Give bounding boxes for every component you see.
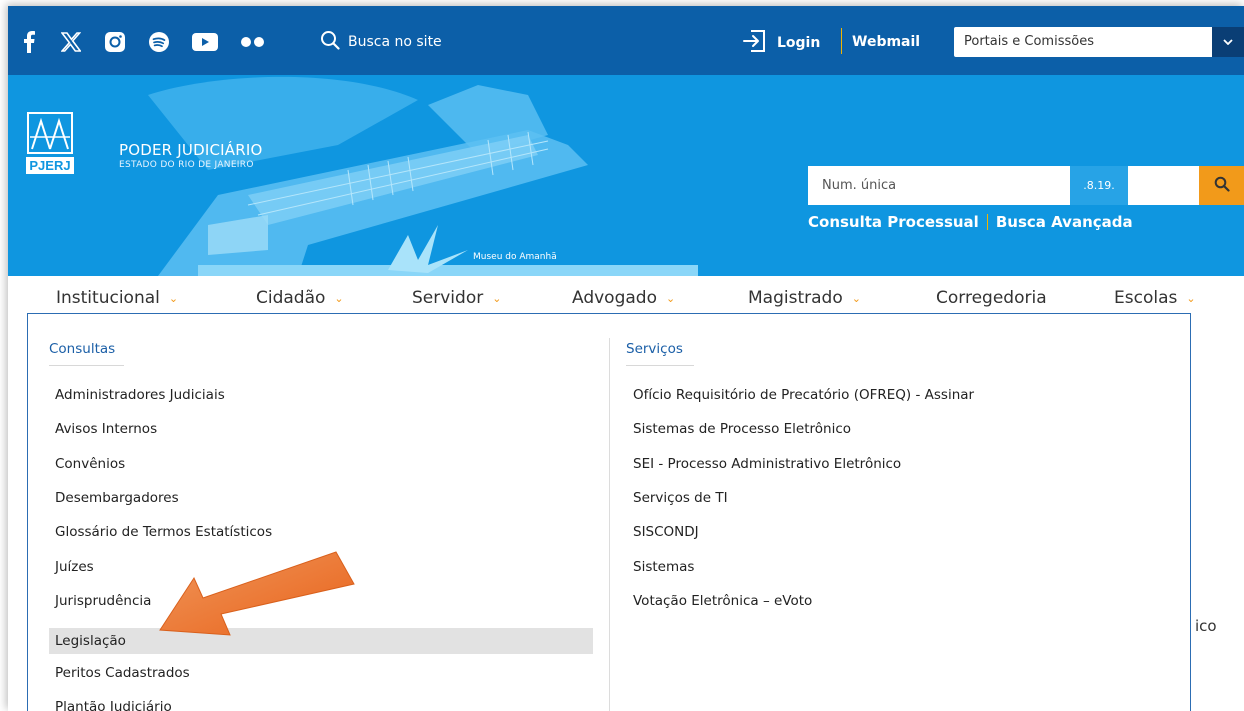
nav-institucional[interactable]: Institucional ⌄ (56, 288, 178, 308)
x-icon[interactable] (60, 31, 82, 53)
top-bar: Busca no site Login Webmail Portais e Co… (8, 6, 1244, 75)
column-divider (609, 338, 610, 711)
instagram-icon[interactable] (104, 31, 126, 53)
chevron-down-icon: ⌄ (1186, 291, 1196, 305)
menu-link-evoto[interactable]: Votação Eletrônica – eVoto (633, 593, 812, 609)
background-text-fragment: ico (1195, 617, 1217, 635)
login-link[interactable]: Login (743, 30, 820, 56)
menu-link-sistemas-processo-eletronico[interactable]: Sistemas de Processo Eletrônico (633, 421, 851, 437)
menu-link-convenios[interactable]: Convênios (55, 456, 125, 472)
facebook-icon[interactable] (22, 31, 36, 53)
nav-cidadao[interactable]: Cidadão ⌄ (256, 288, 344, 308)
browser-page: Busca no site Login Webmail Portais e Co… (8, 6, 1244, 711)
nav-label: Cidadão (256, 288, 326, 308)
nav-label: Servidor (412, 288, 484, 308)
links-divider (986, 214, 988, 230)
flickr-icon[interactable] (240, 31, 266, 53)
nav-corregedoria[interactable]: Corregedoria (936, 288, 1047, 308)
menu-link-peritos-cadastrados[interactable]: Peritos Cadastrados (55, 665, 190, 681)
nav-escolas[interactable]: Escolas ⌄ (1114, 288, 1196, 308)
process-links: Consulta Processual Busca Avançada (808, 213, 1133, 231)
org-title: PODER JUDICIÁRIO (119, 141, 263, 159)
main-nav: Institucional ⌄ Cidadão ⌄ Servidor ⌄ Advoga… (8, 276, 1244, 316)
site-search-label: Busca no site (348, 34, 442, 50)
menu-link-glossario[interactable]: Glossário de Termos Estatísticos (55, 524, 272, 540)
chevron-down-icon: ⌄ (851, 291, 861, 305)
org-subtitle: ESTADO DO RIO DE JANEIRO (119, 160, 254, 170)
menu-link-sei[interactable]: SEI - Processo Administrativo Eletrônico (633, 456, 901, 472)
login-label: Login (777, 35, 821, 51)
nav-magistrado[interactable]: Magistrado ⌄ (748, 288, 861, 308)
spotify-icon[interactable] (148, 31, 170, 53)
nav-label: Corregedoria (936, 288, 1047, 308)
chevron-down-icon: ⌄ (665, 291, 676, 305)
logo-text: PJERJ (29, 158, 70, 173)
servicos-heading: Serviços (626, 341, 694, 366)
consulta-processual-link[interactable]: Consulta Processual (808, 213, 979, 231)
process-number-input[interactable]: Num. única (808, 166, 1070, 205)
youtube-icon[interactable] (192, 31, 218, 53)
menu-link-administradores-judiciais[interactable]: Administradores Judiciais (55, 387, 225, 403)
menu-link-desembargadores[interactable]: Desembargadores (55, 490, 179, 506)
menu-link-siscondj[interactable]: SISCONDJ (633, 524, 699, 540)
menu-link-servicos-ti[interactable]: Serviços de TI (633, 490, 728, 506)
busca-avancada-link[interactable]: Busca Avançada (996, 213, 1133, 231)
webmail-link[interactable]: Webmail (852, 34, 920, 50)
nav-label: Institucional (56, 288, 160, 308)
menu-link-legislacao[interactable]: Legislação (55, 628, 126, 654)
portais-select[interactable]: Portais e Comissões (954, 27, 1244, 57)
dropdown-menu: Consultas Administradores Judiciais Avis… (27, 313, 1191, 711)
menu-link-juizes[interactable]: Juízes (55, 559, 94, 575)
search-icon (320, 30, 340, 54)
nav-label: Advogado (572, 288, 657, 308)
chevron-down-icon: ⌄ (168, 291, 179, 305)
chevron-down-icon: ⌄ (492, 291, 502, 305)
process-code-label: .8.19. (1070, 166, 1128, 205)
nav-advogado[interactable]: Advogado ⌄ (572, 288, 675, 308)
process-search-button[interactable] (1199, 166, 1244, 205)
consultas-heading: Consultas (49, 341, 124, 366)
nav-label: Magistrado (748, 288, 843, 308)
login-icon (743, 30, 767, 56)
portais-select-value: Portais e Comissões (964, 34, 1094, 49)
process-year-input[interactable] (1128, 166, 1199, 205)
site-search-link[interactable]: Busca no site (320, 30, 442, 54)
chevron-down-icon[interactable] (1212, 27, 1244, 57)
topbar-divider (841, 28, 842, 54)
menu-link-sistemas[interactable]: Sistemas (633, 559, 694, 575)
menu-link-plantao-judiciario[interactable]: Plantão Judiciário (55, 699, 172, 711)
nav-label: Escolas (1114, 288, 1178, 308)
pjerj-logo[interactable]: PJERJ (26, 111, 74, 177)
menu-link-avisos-internos[interactable]: Avisos Internos (55, 421, 157, 437)
nav-servidor[interactable]: Servidor ⌄ (412, 288, 501, 308)
process-number-placeholder: Num. única (822, 178, 897, 193)
menu-link-ofreq[interactable]: Ofício Requisitório de Precatório (OFREQ… (633, 387, 974, 403)
search-icon (1214, 176, 1230, 196)
chevron-down-icon: ⌄ (334, 291, 344, 305)
highlighted-row (49, 628, 593, 654)
menu-link-jurisprudencia[interactable]: Jurisprudência (55, 593, 151, 609)
photo-caption: Museu do Amanhã (473, 252, 557, 262)
